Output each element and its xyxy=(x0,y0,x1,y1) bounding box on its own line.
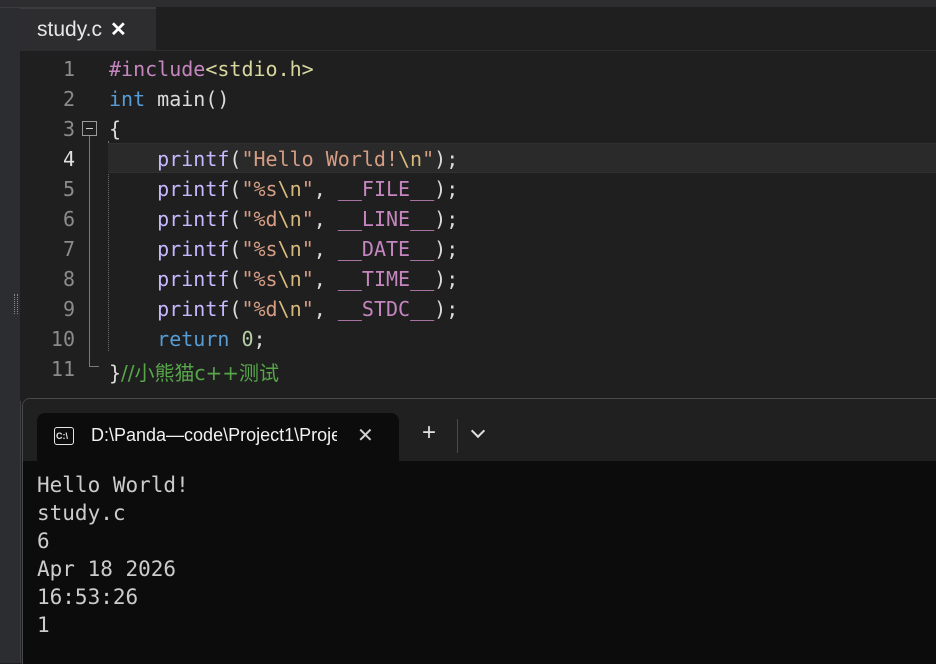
terminal-window[interactable]: C:\ D:\Panda—code\Project1\Project1 ✕ + … xyxy=(22,398,936,664)
code-line-7[interactable]: 7 printf("%s\n", __DATE__); xyxy=(20,233,936,263)
line-number: 10 xyxy=(50,327,75,351)
code-text: return 0; xyxy=(157,327,266,351)
code-editor[interactable]: 1 #include<stdio.h> 2 int main() 3 { 4 p… xyxy=(20,51,936,401)
splitter-grip-icon[interactable] xyxy=(14,294,18,314)
code-text: printf("%s\n", __FILE__); xyxy=(157,177,459,201)
editor-tab-study-c[interactable]: study.c ✕ xyxy=(20,7,156,50)
line-number: 4 xyxy=(62,147,75,171)
code-text: printf("%s\n", __TIME__); xyxy=(157,267,459,291)
terminal-tab[interactable]: C:\ D:\Panda—code\Project1\Project1 ✕ xyxy=(37,413,399,461)
line-number: 1 xyxy=(62,57,75,81)
terminal-tab-title: D:\Panda—code\Project1\Project1 xyxy=(91,425,337,445)
code-line-4[interactable]: 4 printf("Hello World!\n"); xyxy=(20,143,936,173)
cmd-icon: C:\ xyxy=(54,427,74,445)
line-number: 7 xyxy=(62,237,75,261)
ide-left-panel xyxy=(0,0,21,663)
code-line-10[interactable]: 10 return 0; xyxy=(20,323,936,353)
output-line: 16:53:26 xyxy=(37,585,139,609)
code-text: printf("Hello World!\n"); xyxy=(157,147,459,171)
output-line: Apr 18 2026 xyxy=(37,557,177,581)
code-line-1[interactable]: 1 #include<stdio.h> xyxy=(20,53,936,83)
code-text: printf("%d\n", __LINE__); xyxy=(157,207,459,231)
output-line: 1 xyxy=(37,613,50,637)
close-icon[interactable]: ✕ xyxy=(357,423,374,448)
code-text: #include<stdio.h> xyxy=(109,57,314,81)
code-line-8[interactable]: 8 printf("%s\n", __TIME__); xyxy=(20,263,936,293)
line-number: 8 xyxy=(62,267,75,291)
chevron-down-icon[interactable] xyxy=(468,421,488,445)
code-text: printf("%s\n", __DATE__); xyxy=(157,237,459,261)
code-line-5[interactable]: 5 printf("%s\n", __FILE__); xyxy=(20,173,936,203)
code-line-6[interactable]: 6 printf("%d\n", __LINE__); xyxy=(20,203,936,233)
output-line: 6 xyxy=(37,529,50,553)
line-number: 5 xyxy=(62,177,75,201)
line-number: 6 xyxy=(62,207,75,231)
output-line: study.c xyxy=(37,501,126,525)
output-line: Hello World! xyxy=(37,473,189,497)
tab-separator xyxy=(457,419,458,453)
close-icon[interactable]: ✕ xyxy=(110,17,127,42)
editor-tab-label: study.c xyxy=(37,17,102,41)
editor-tab-bar: study.c ✕ xyxy=(20,7,936,51)
code-text: }//小熊猫c++测试 xyxy=(109,361,280,385)
code-line-9[interactable]: 9 printf("%d\n", __STDC__); xyxy=(20,293,936,323)
terminal-output[interactable]: Hello World! study.c 6 Apr 18 2026 16:53… xyxy=(37,471,189,639)
code-line-2[interactable]: 2 int main() xyxy=(20,83,936,113)
line-number: 9 xyxy=(62,297,75,321)
line-number: 2 xyxy=(62,87,75,111)
code-text: printf("%d\n", __STDC__); xyxy=(157,297,459,321)
new-tab-button[interactable]: + xyxy=(422,419,436,447)
line-number: 11 xyxy=(50,357,75,381)
code-line-11[interactable]: 11 }//小熊猫c++测试 xyxy=(20,353,936,385)
line-number: 3 xyxy=(62,117,75,141)
code-text: { xyxy=(109,117,122,141)
terminal-tab-bar: C:\ D:\Panda—code\Project1\Project1 ✕ + xyxy=(23,399,936,461)
code-line-3[interactable]: 3 { xyxy=(20,113,936,143)
code-text: int main() xyxy=(109,87,230,111)
